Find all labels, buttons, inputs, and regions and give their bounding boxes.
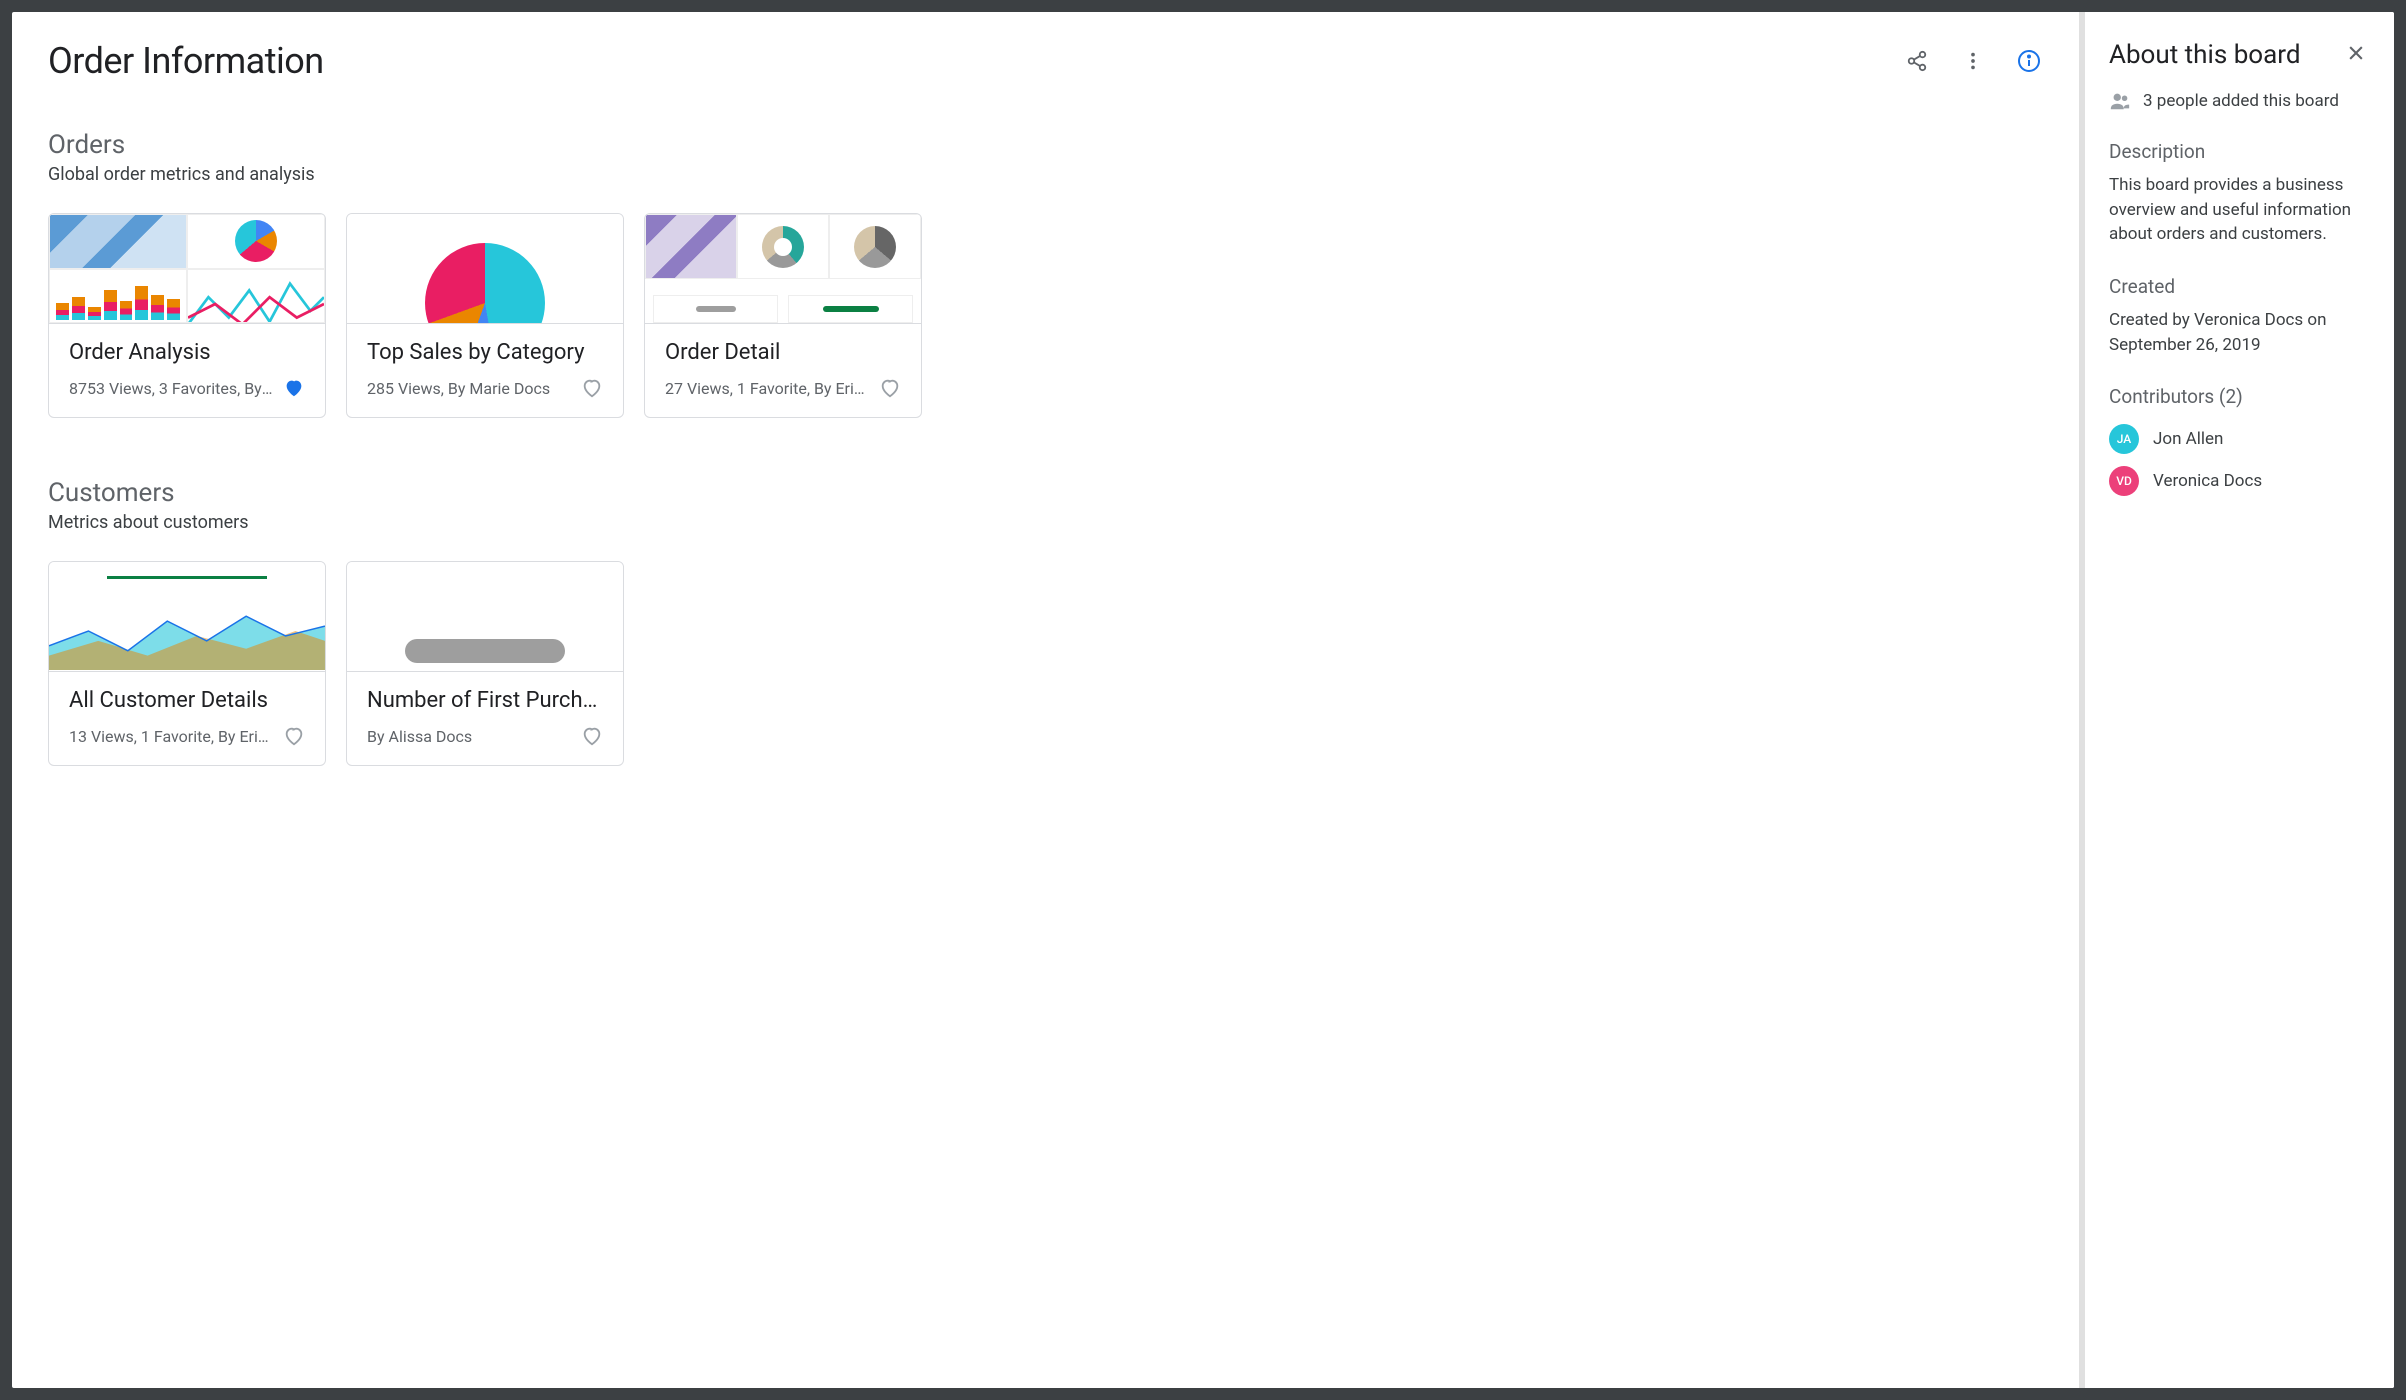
contributors-label: Contributors (2) [2109, 385, 2366, 408]
card-title: Number of First Purcha… [367, 688, 603, 713]
page-title: Order Information [48, 40, 324, 82]
section-customers: Customers Metrics about customers All Cu… [48, 478, 2043, 766]
people-text: 3 people added this board [2143, 91, 2339, 111]
more-icon[interactable] [1959, 47, 1987, 75]
contributor-row: VD Veronica Docs [2109, 466, 2366, 496]
card-preview [49, 562, 325, 672]
card-preview [645, 214, 921, 324]
close-icon[interactable] [2346, 43, 2366, 67]
created-label: Created [2109, 275, 2366, 298]
dashboard-card[interactable]: Number of First Purcha… By Alissa Docs [346, 561, 624, 766]
card-title: All Customer Details [69, 688, 305, 713]
main-header: Order Information [48, 40, 2043, 82]
section-subtitle: Metrics about customers [48, 512, 2043, 533]
contributor-row: JA Jon Allen [2109, 424, 2366, 454]
description-label: Description [2109, 140, 2366, 163]
info-icon[interactable] [2015, 47, 2043, 75]
dashboard-card[interactable]: Top Sales by Category 285 Views, By Mari… [346, 213, 624, 418]
card-meta: 27 Views, 1 Favorite, By Erin … [665, 379, 871, 398]
card-meta: 13 Views, 1 Favorite, By Erin … [69, 727, 275, 746]
avatar: JA [2109, 424, 2139, 454]
heart-icon[interactable] [283, 725, 305, 747]
card-meta: 8753 Views, 3 Favorites, By M… [69, 379, 275, 398]
section-orders: Orders Global order metrics and analysis… [48, 130, 2043, 418]
card-preview [347, 562, 623, 672]
people-icon [2109, 90, 2131, 112]
contributor-name: Veronica Docs [2153, 471, 2262, 491]
card-preview [347, 214, 623, 324]
card-grid: All Customer Details 13 Views, 1 Favorit… [48, 561, 2043, 766]
section-title: Orders [48, 130, 2043, 160]
dashboard-card[interactable]: Order Detail 27 Views, 1 Favorite, By Er… [644, 213, 922, 418]
people-added: 3 people added this board [2109, 90, 2366, 112]
card-meta: 285 Views, By Marie Docs [367, 379, 573, 398]
share-icon[interactable] [1903, 47, 1931, 75]
card-title: Top Sales by Category [367, 340, 603, 365]
avatar: VD [2109, 466, 2139, 496]
description-text: This board provides a business overview … [2109, 173, 2366, 247]
card-title: Order Analysis [69, 340, 305, 365]
card-preview [49, 214, 325, 324]
heart-icon[interactable] [581, 377, 603, 399]
header-actions [1903, 47, 2043, 75]
heart-icon[interactable] [879, 377, 901, 399]
contributor-name: Jon Allen [2153, 429, 2223, 449]
heart-icon[interactable] [581, 725, 603, 747]
card-title: Order Detail [665, 340, 901, 365]
card-grid: Order Analysis 8753 Views, 3 Favorites, … [48, 213, 2043, 418]
heart-icon[interactable] [283, 377, 305, 399]
dashboard-card[interactable]: Order Analysis 8753 Views, 3 Favorites, … [48, 213, 326, 418]
main-content: Order Information Orders Global order me… [12, 12, 2079, 1388]
card-meta: By Alissa Docs [367, 727, 573, 746]
section-subtitle: Global order metrics and analysis [48, 164, 2043, 185]
about-sidebar: About this board 3 people added this boa… [2079, 12, 2394, 1388]
created-text: Created by Veronica Docs on September 26… [2109, 308, 2366, 357]
dashboard-card[interactable]: All Customer Details 13 Views, 1 Favorit… [48, 561, 326, 766]
sidebar-title: About this board [2109, 40, 2301, 70]
section-title: Customers [48, 478, 2043, 508]
